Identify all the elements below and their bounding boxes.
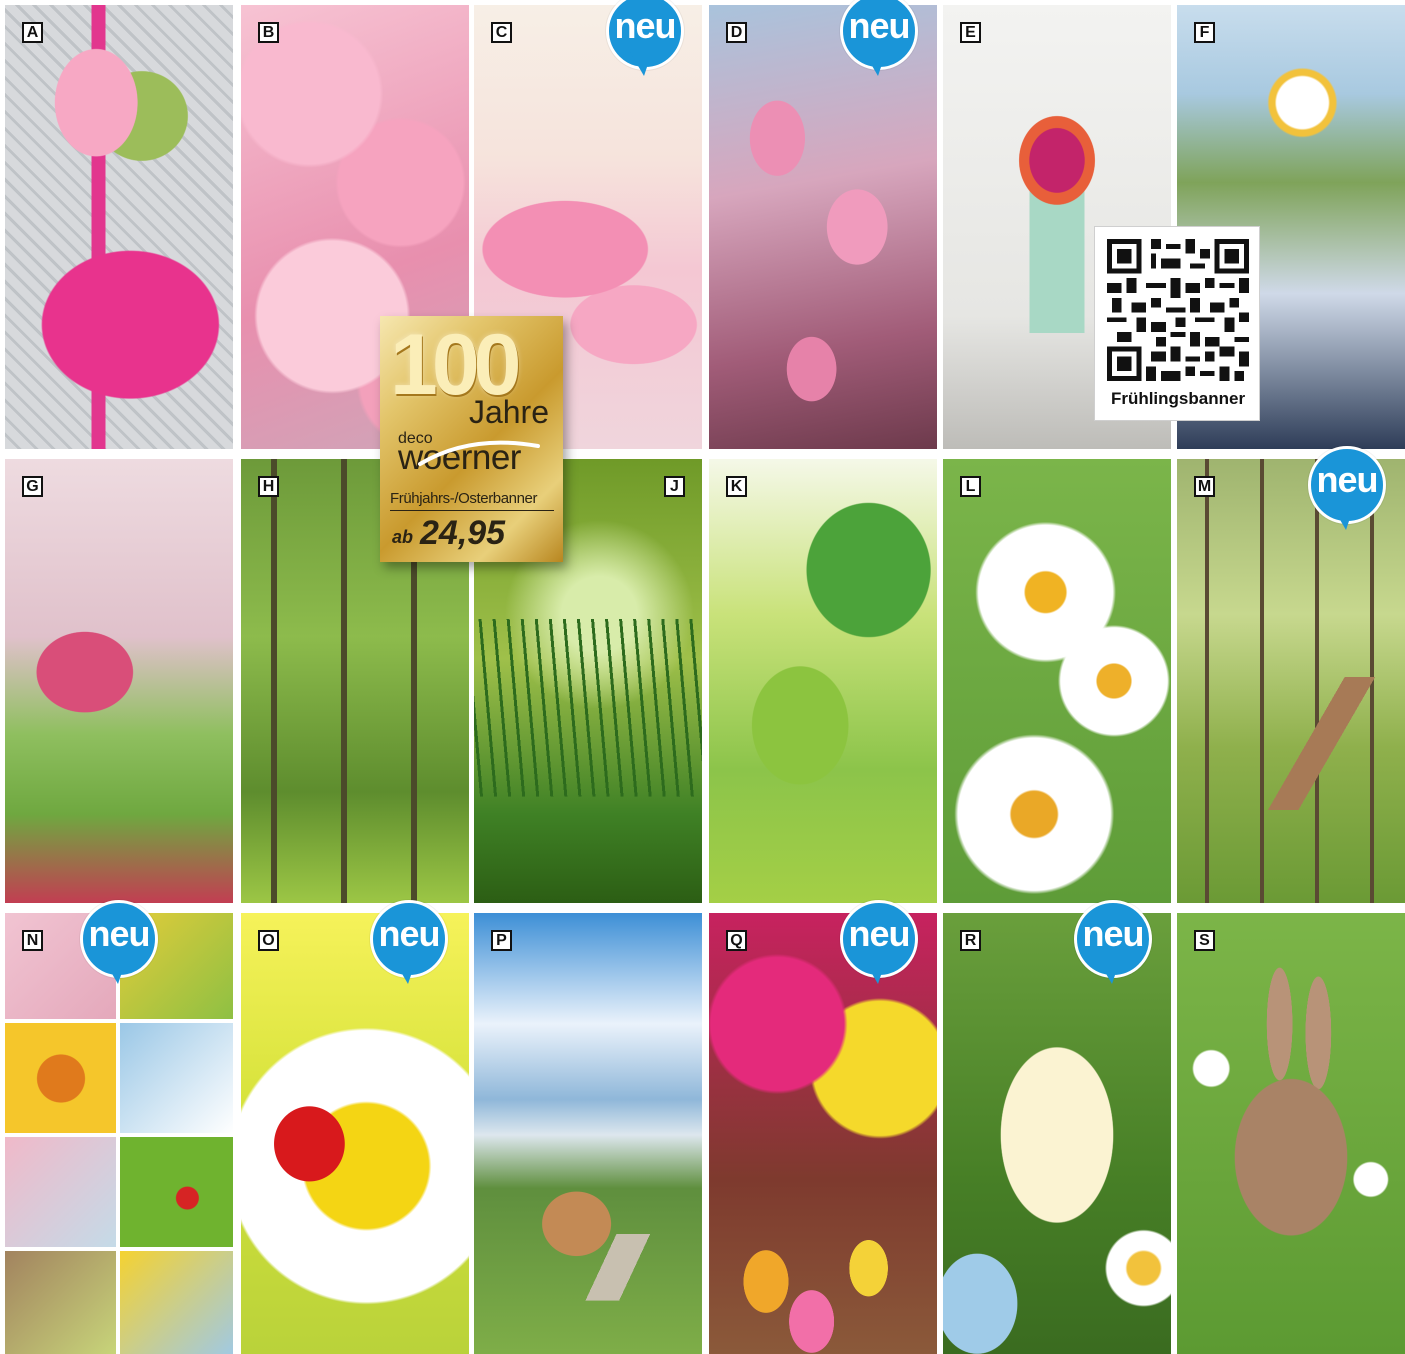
tile-letter: K xyxy=(726,476,747,497)
tile-letter: N xyxy=(22,930,43,951)
neu-badge-d: neu xyxy=(840,0,918,76)
neu-label: neu xyxy=(614,5,676,46)
tile-letter: E xyxy=(960,22,981,43)
neu-label: neu xyxy=(1316,459,1378,500)
qr-caption: Frühlingsbanner xyxy=(1110,389,1246,408)
tile-letter: J xyxy=(664,476,685,497)
neu-badge-n: neu xyxy=(80,900,158,984)
product-subtitle: Frühjahrs-/Osterbanner xyxy=(390,490,554,511)
blossom-park-bench-image xyxy=(5,459,233,903)
brand-swoosh-icon xyxy=(418,440,540,466)
qr-code-box[interactable]: Frühlingsbanner xyxy=(1094,226,1260,421)
alpine-cows-image xyxy=(474,913,702,1354)
tile-letter: A xyxy=(22,22,43,43)
neu-badge-r: neu xyxy=(1074,900,1152,984)
tile-letter: L xyxy=(960,476,981,497)
neu-label: neu xyxy=(88,913,150,954)
banner-tile-k[interactable]: K xyxy=(709,459,937,903)
neu-label: neu xyxy=(378,913,440,954)
neu-label: neu xyxy=(1082,913,1144,954)
banner-tile-p[interactable]: P xyxy=(474,913,702,1354)
neu-badge-m: neu xyxy=(1308,446,1386,530)
neu-badge-c: neu xyxy=(606,0,684,76)
price-value: 24,95 xyxy=(420,514,506,552)
anniversary-price-badge: 100 Jahre deco woerner Frühjahrs-/Osterb… xyxy=(380,316,563,562)
ginkgo-leaf-image xyxy=(709,459,937,903)
tile-letter: R xyxy=(960,930,981,951)
banner-tile-s[interactable]: S xyxy=(1177,913,1405,1354)
tile-letter: H xyxy=(258,476,279,497)
qr-code-icon xyxy=(1107,239,1249,381)
neu-label: neu xyxy=(848,5,910,46)
tile-letter: D xyxy=(726,22,747,43)
tile-letter: C xyxy=(491,22,512,43)
banner-tile-a[interactable]: A xyxy=(5,5,233,449)
tile-letter: S xyxy=(1194,930,1215,951)
banner-tile-l[interactable]: L xyxy=(943,459,1171,903)
tile-letter: Q xyxy=(726,930,747,951)
anniversary-years-label: Jahre xyxy=(468,394,549,430)
tile-letter: M xyxy=(1194,476,1215,497)
neu-badge-q: neu xyxy=(840,900,918,984)
price-prefix: ab xyxy=(392,527,414,547)
neu-label: neu xyxy=(848,913,910,954)
tile-letter: F xyxy=(1194,22,1215,43)
bunny-daisies-image xyxy=(1177,913,1405,1354)
neu-badge-o: neu xyxy=(370,900,448,984)
tile-letter: O xyxy=(258,930,279,951)
tile-letter: B xyxy=(258,22,279,43)
pink-bicycle-image xyxy=(5,5,233,449)
tile-letter: G xyxy=(22,476,43,497)
tile-letter: P xyxy=(491,930,512,951)
daisy-image xyxy=(943,459,1171,903)
banner-tile-g[interactable]: G xyxy=(5,459,233,903)
